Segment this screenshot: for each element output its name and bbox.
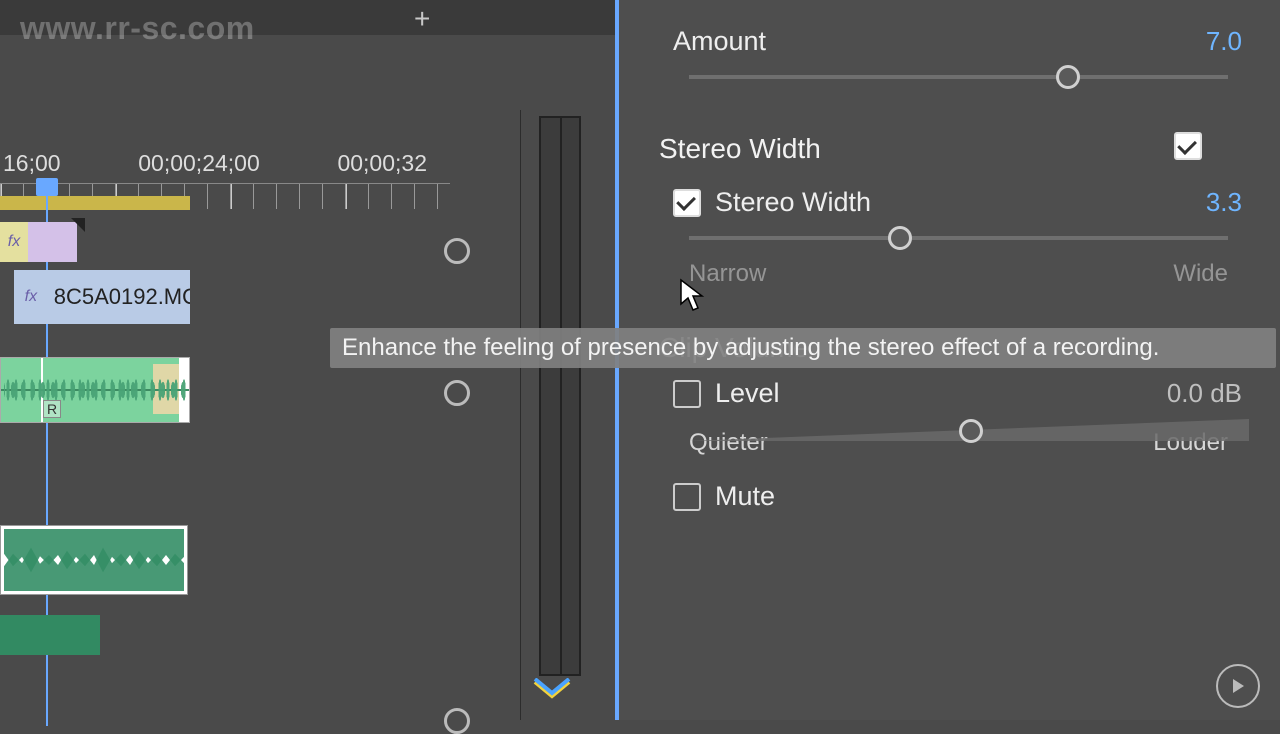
amount-slider[interactable]	[689, 75, 1228, 79]
clip-corner-icon	[71, 218, 85, 232]
mute-checkbox[interactable]	[673, 483, 701, 511]
scroll-handle-icon[interactable]	[444, 380, 470, 406]
time-label: 00;00;24;00	[138, 150, 260, 177]
audio-clip[interactable]	[0, 615, 100, 655]
audio-clip[interactable]: R	[0, 357, 190, 423]
meter-indicator-icon	[531, 678, 573, 700]
audio-waveform	[1, 358, 189, 422]
slider-thumb-icon[interactable]	[888, 226, 912, 250]
slider-thumb-icon[interactable]	[1056, 65, 1080, 89]
clip-label: 8C5A0192.MO	[54, 284, 190, 310]
stereo-width-slider[interactable]	[689, 236, 1228, 240]
stereo-width-title: Stereo Width	[659, 133, 821, 165]
play-button[interactable]	[1216, 664, 1260, 708]
audio-meter	[520, 110, 590, 720]
add-track-icon[interactable]: +	[414, 3, 430, 35]
level-checkbox[interactable]	[673, 380, 701, 408]
stereo-width-section-checkbox[interactable]	[1174, 132, 1202, 160]
stereo-width-header: Stereo Width	[659, 113, 1242, 179]
audio-clip[interactable]	[0, 525, 188, 595]
meter-track[interactable]	[539, 116, 581, 676]
tooltip: Enhance the feeling of presence by adjus…	[330, 328, 1276, 368]
stereo-width-checkbox[interactable]	[673, 189, 701, 217]
video-clip[interactable]: fx	[0, 222, 77, 262]
stereo-width-range-labels: Narrow Wide	[689, 260, 1228, 288]
mute-row: Mute	[673, 481, 1242, 512]
amount-value[interactable]: 7.0	[1206, 26, 1242, 57]
time-label: 00;00;32	[337, 150, 427, 177]
cursor-icon	[678, 278, 706, 319]
stereo-width-label: Stereo Width	[715, 187, 871, 218]
fx-badge-icon[interactable]: fx	[0, 222, 28, 262]
ruler-ticks[interactable]	[0, 183, 450, 209]
range-high: Wide	[1173, 260, 1228, 288]
amount-row: Amount 7.0	[673, 26, 1242, 57]
channel-badge: R	[43, 400, 61, 418]
watermark-text: www.rr-sc.com	[20, 10, 255, 47]
playhead[interactable]	[36, 178, 58, 196]
fx-badge-icon[interactable]: fx	[14, 270, 48, 324]
level-label: Level	[715, 378, 780, 409]
mute-label: Mute	[715, 481, 775, 512]
play-icon	[1228, 676, 1248, 696]
stereo-width-value[interactable]: 3.3	[1206, 187, 1242, 218]
stereo-width-row: Stereo Width 3.3	[673, 187, 1242, 218]
time-label: 16;00	[3, 150, 61, 177]
scroll-handle-icon[interactable]	[444, 708, 470, 734]
track-scroll[interactable]	[440, 40, 480, 720]
work-area-bar[interactable]	[0, 196, 190, 210]
scroll-handle-icon[interactable]	[444, 238, 470, 264]
audio-tracks: R	[0, 355, 190, 423]
amount-label: Amount	[673, 26, 766, 57]
time-labels: 16;00 00;00;24;00 00;00;32	[0, 150, 450, 177]
video-clip[interactable]: fx 8C5A0192.MO	[14, 270, 190, 324]
level-value[interactable]: 0.0 dB	[1167, 378, 1242, 409]
time-ruler[interactable]: 16;00 00;00;24;00 00;00;32	[0, 150, 450, 220]
slider-thumb-icon[interactable]	[959, 419, 983, 443]
level-row: Level 0.0 dB	[673, 378, 1242, 409]
